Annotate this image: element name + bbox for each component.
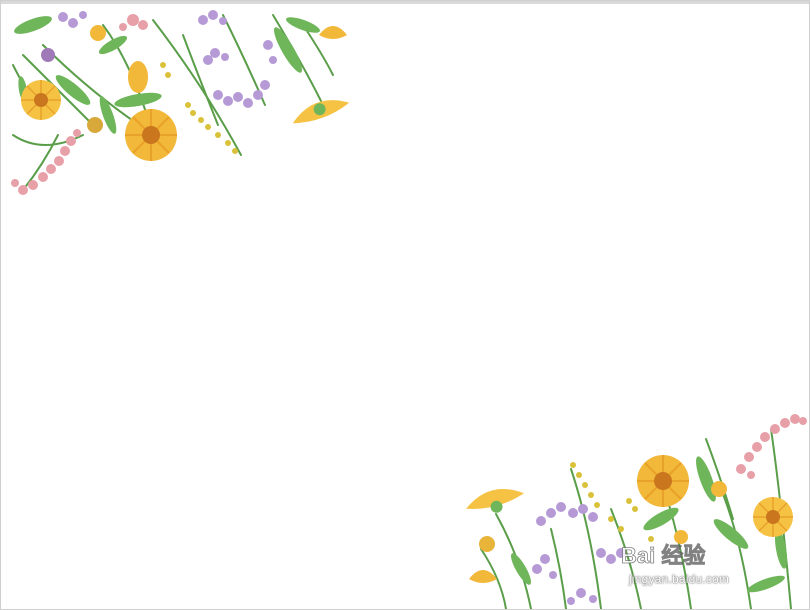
- floral-border-top-left: [11, 10, 350, 195]
- watermark-url: jingyan.baidu.com: [629, 572, 730, 586]
- baidu-paw-logo-icon: Bai 经验: [621, 543, 706, 569]
- watermark-logo-text: Bai 经验: [621, 543, 705, 568]
- slide-canvas: Bai 经验 jingyan.baidu.com: [0, 0, 810, 610]
- baidu-jingyan-watermark: Bai 经验 jingyan.baidu.com: [619, 541, 809, 591]
